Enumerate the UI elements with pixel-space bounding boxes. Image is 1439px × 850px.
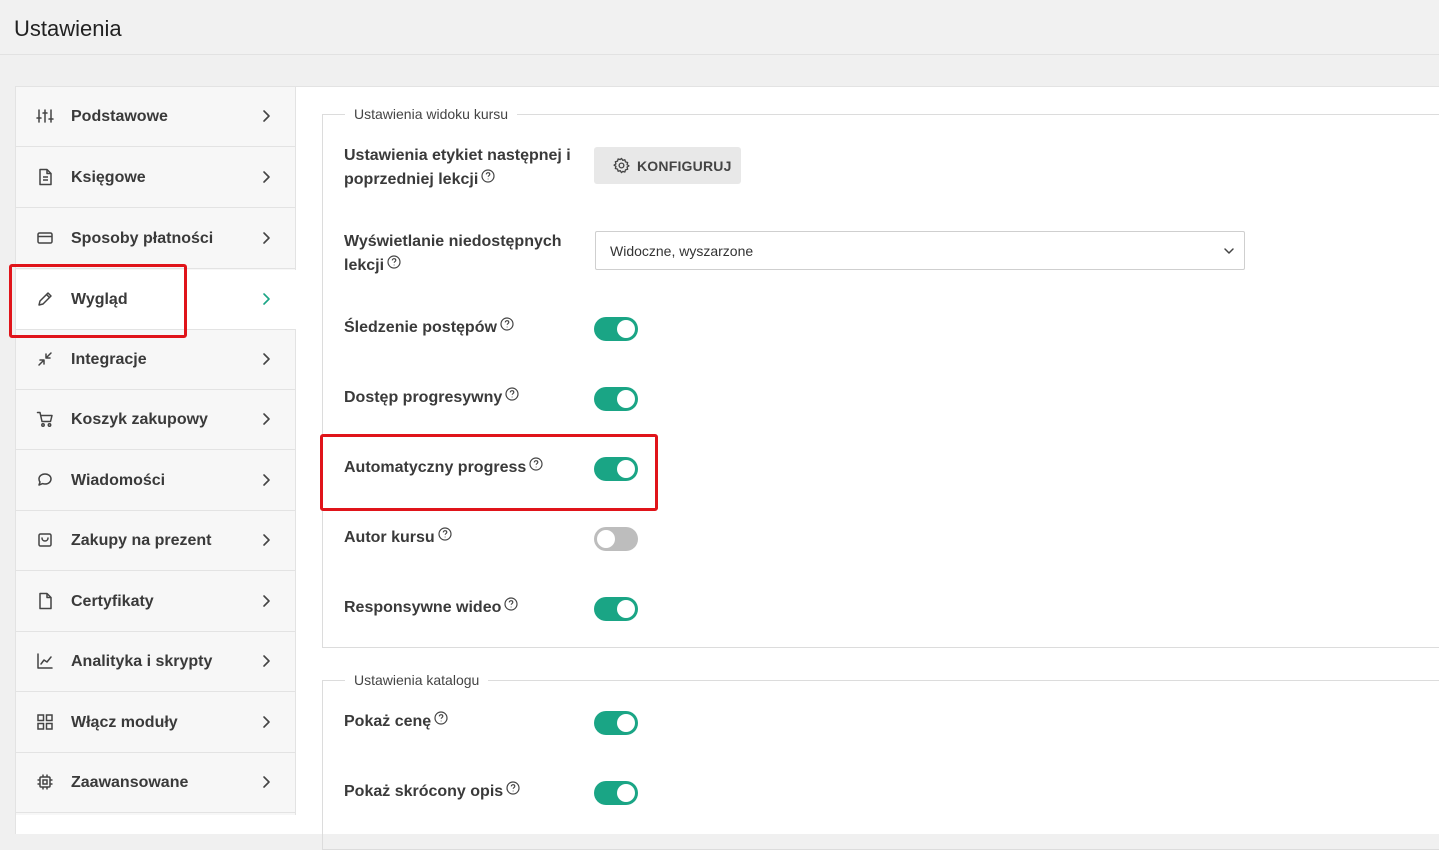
chevron-right-icon <box>259 411 273 427</box>
line-chart-icon <box>36 652 54 670</box>
toggle-label-auto-progress: Automatyczny progress <box>344 456 543 480</box>
sidebar-item-integracje[interactable]: Integracje <box>16 330 296 390</box>
settings-sidebar: Podstawowe Księgowe Sposoby płatności Wy… <box>16 87 296 815</box>
sidebar-item-label: Wygląd <box>71 290 128 308</box>
configure-button[interactable]: KONFIGURUJ <box>594 147 741 184</box>
help-icon[interactable] <box>506 781 520 795</box>
page-title: Ustawienia <box>14 16 122 41</box>
next-prev-labels-setting-label: Ustawienia etykiet następnej i poprzedni… <box>344 147 571 188</box>
settings-content: Ustawienia widoku kursu Ustawienia etyki… <box>297 87 1439 850</box>
sidebar-item-label: Certyfikaty <box>71 592 154 610</box>
sidebar-item-wiadomosci[interactable]: Wiadomości <box>16 451 296 511</box>
document-icon <box>36 168 54 186</box>
catalog-settings: Ustawienia katalogu Pokaż cenę Pokaż skr… <box>322 672 1439 850</box>
unavailable-lessons-label: Wyświetlanie niedostępnych lekcji <box>344 233 562 274</box>
chevron-right-icon <box>259 108 273 124</box>
course-view-settings: Ustawienia widoku kursu Ustawienia etyki… <box>322 106 1439 648</box>
configure-button-label: KONFIGURUJ <box>637 157 732 174</box>
sidebar-item-label: Zaawansowane <box>71 773 189 791</box>
toggle-show-price[interactable] <box>594 711 638 735</box>
chevron-right-icon <box>259 774 273 790</box>
catalog-legend: Ustawienia katalogu <box>345 672 489 688</box>
sidebar-item-label: Sposoby płatności <box>71 229 214 247</box>
toggle-label-show-price: Pokaż cenę <box>344 710 448 734</box>
chat-bubble-icon <box>36 471 54 489</box>
toggle-label-progress-tracking: Śledzenie postępów <box>344 316 514 340</box>
sidebar-item-sposoby-platnosci[interactable]: Sposoby płatności <box>16 209 296 269</box>
sidebar-item-label: Wiadomości <box>71 471 166 489</box>
file-icon <box>36 592 54 610</box>
cart-icon <box>36 410 54 428</box>
sidebar-item-analityka-i-skrypty[interactable]: Analityka i skrypty <box>16 632 296 692</box>
course-view-legend: Ustawienia widoku kursu <box>345 106 518 122</box>
sliders-icon <box>36 107 54 125</box>
chevron-right-icon <box>259 230 273 246</box>
page-header: Ustawienia <box>0 0 1439 55</box>
chevron-down-icon <box>1222 244 1236 258</box>
help-icon[interactable] <box>481 169 495 183</box>
credit-card-icon <box>36 229 54 247</box>
sidebar-item-label: Księgowe <box>71 168 146 186</box>
sidebar-item-label: Koszyk zakupowy <box>71 410 208 428</box>
select-value: Widoczne, wyszarzone <box>610 243 754 259</box>
toggle-show-short-description[interactable] <box>594 781 638 805</box>
toggle-progressive-access[interactable] <box>594 387 638 411</box>
toggle-label-responsive-video: Responsywne wideo <box>344 596 518 620</box>
sidebar-item-certyfikaty[interactable]: Certyfikaty <box>16 572 296 632</box>
sidebar-item-label: Podstawowe <box>71 107 168 125</box>
toggle-progress-tracking[interactable] <box>594 317 638 341</box>
sidebar-item-koszyk-zakupowy[interactable]: Koszyk zakupowy <box>16 390 296 450</box>
sidebar-item-zakupy-na-prezent[interactable]: Zakupy na prezent <box>16 511 296 571</box>
chevron-right-icon <box>259 169 273 185</box>
toggle-course-author[interactable] <box>594 527 638 551</box>
help-icon[interactable] <box>434 711 448 725</box>
help-icon[interactable] <box>504 597 518 611</box>
toggle-label-progressive-access: Dostęp progresywny <box>344 386 519 410</box>
chevron-right-icon <box>259 351 273 367</box>
toggle-label-show-short-description: Pokaż skrócony opis <box>344 780 520 804</box>
help-icon[interactable] <box>505 387 519 401</box>
chip-icon <box>36 773 54 791</box>
sidebar-item-wlacz-moduly[interactable]: Włącz moduły <box>16 693 296 753</box>
toggle-label-course-author: Autor kursu <box>344 526 452 550</box>
chevron-right-icon <box>259 291 273 307</box>
chevron-right-icon <box>259 532 273 548</box>
unavailable-lessons-select[interactable]: Widoczne, wyszarzone <box>595 231 1245 270</box>
sidebar-item-zaawansowane[interactable]: Zaawansowane <box>16 753 296 813</box>
chevron-right-icon <box>259 593 273 609</box>
sidebar-item-label: Zakupy na prezent <box>71 531 212 549</box>
pencil-icon <box>36 290 54 308</box>
sidebar-item-label: Włącz moduły <box>71 713 178 731</box>
help-icon[interactable] <box>438 527 452 541</box>
gear-icon <box>613 157 630 174</box>
shopping-bag-icon <box>36 531 54 549</box>
help-icon[interactable] <box>500 317 514 331</box>
chevron-right-icon <box>259 653 273 669</box>
arrows-collapse-icon <box>36 350 54 368</box>
settings-panel: Podstawowe Księgowe Sposoby płatności Wy… <box>15 86 1439 850</box>
sidebar-item-wyglad[interactable]: Wygląd <box>16 270 296 330</box>
sidebar-item-label: Integracje <box>71 350 147 368</box>
sidebar-item-ksiegowe[interactable]: Księgowe <box>16 148 296 208</box>
grid-icon <box>36 713 54 731</box>
help-icon[interactable] <box>529 457 543 471</box>
chevron-right-icon <box>259 714 273 730</box>
sidebar-item-podstawowe[interactable]: Podstawowe <box>16 87 296 147</box>
toggle-auto-progress[interactable] <box>594 457 638 481</box>
toggle-responsive-video[interactable] <box>594 597 638 621</box>
chevron-right-icon <box>259 472 273 488</box>
sidebar-item-label: Analityka i skrypty <box>71 652 213 670</box>
help-icon[interactable] <box>387 255 401 269</box>
